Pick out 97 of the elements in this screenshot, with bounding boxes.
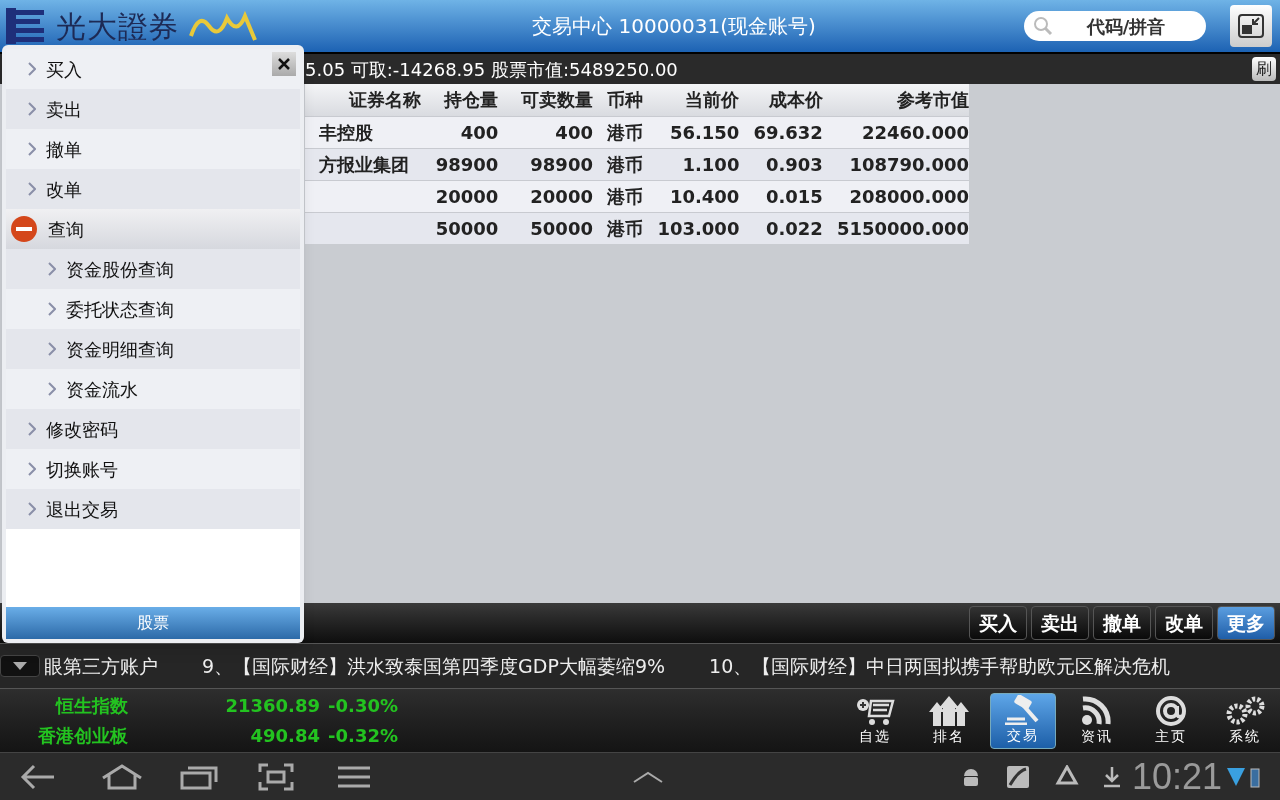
chevron-right-icon (48, 302, 56, 316)
stock-tab[interactable]: 股票 (6, 607, 300, 639)
table-cell: 20000 (435, 185, 499, 207)
table-cell: 22460.000 (861, 121, 969, 143)
table-cell: 56.150 (669, 121, 740, 143)
chevron-right-icon (28, 502, 36, 516)
search-icon (1032, 16, 1054, 36)
chevron-right-icon (28, 182, 36, 196)
table-cell: 1.100 (682, 153, 740, 175)
menu-item[interactable]: 资金股份查询 (6, 249, 300, 289)
nav-tab[interactable]: 自选 (842, 692, 908, 749)
gears-icon (1225, 695, 1265, 726)
column-header: 证券名称 (305, 84, 422, 116)
chevron-right-icon (48, 342, 56, 356)
menu-item[interactable]: 资金明细查询 (6, 329, 300, 369)
window-toggle-button[interactable] (1230, 5, 1272, 47)
account-summary: 5.05 可取:-14268.95 股票市值:5489250.00 (305, 57, 679, 82)
menu-item[interactable]: 查询 (6, 209, 300, 249)
close-button[interactable] (272, 52, 296, 76)
table-cell: 港币 (606, 217, 643, 239)
index-change: -0.32% (328, 724, 398, 748)
table-cell: 方报业集团 (319, 153, 409, 175)
toolbar-button[interactable]: 改单 (1155, 606, 1213, 640)
wifi-icon (1226, 765, 1246, 788)
refresh-button[interactable]: 刷 (1252, 57, 1276, 81)
nav-tab[interactable]: 主页 (1138, 692, 1204, 749)
table-cell: 98900 (530, 153, 593, 175)
download-icon (1101, 765, 1122, 788)
table-cell: 103.000 (657, 217, 740, 239)
toolbar-button[interactable]: 更多 (1217, 606, 1275, 640)
column-header: 可卖数量 (498, 84, 593, 116)
table-cell: 400 (460, 121, 499, 143)
chevron-right-icon (28, 62, 36, 76)
close-icon (278, 58, 290, 70)
table-cell: 400 (555, 121, 593, 143)
table-cell: 50000 (530, 217, 593, 239)
nav-tab[interactable]: 系统 (1212, 692, 1278, 749)
table-cell: 港币 (606, 185, 643, 207)
toolbar-button[interactable]: 买入 (969, 606, 1027, 640)
nav-tab[interactable]: 资讯 (1064, 692, 1130, 749)
index-value: 21360.89 (224, 694, 320, 718)
column-header: 成本价 (739, 84, 823, 116)
index-value: 490.84 (249, 724, 320, 748)
menu-icon[interactable] (338, 765, 370, 788)
screenshot-icon[interactable] (258, 762, 294, 791)
column-header: 持仓量 (421, 84, 499, 116)
notification-icon (1005, 764, 1030, 789)
home-icon[interactable] (100, 763, 144, 790)
index-name: 恒生指数 (54, 694, 128, 718)
chevron-up-icon[interactable] (632, 769, 664, 784)
nav-tab[interactable]: 排名 (916, 692, 982, 749)
brand-name: 光大證券 (56, 7, 179, 46)
arrows-up-icon (929, 695, 969, 726)
chevron-right-icon (48, 382, 56, 396)
chevron-right-icon (28, 142, 36, 156)
nav-tab[interactable]: 交易 (990, 692, 1056, 749)
news-headline[interactable]: 9、【国际财经】洪水致泰国第四季度GDP大幅萎缩9% (202, 651, 666, 681)
table-cell: 208000.000 (849, 185, 969, 207)
chevron-right-icon (28, 422, 36, 436)
clock: 10:21 (1131, 754, 1222, 799)
chevron-right-icon (48, 262, 56, 276)
minimize-window-icon (1238, 14, 1264, 38)
toolbar-button[interactable]: 卖出 (1031, 606, 1089, 640)
chevron-right-icon (28, 102, 36, 116)
news-headline[interactable]: 眼第三方账户 (44, 651, 158, 681)
table-cell: 10.400 (669, 185, 740, 207)
collapse-icon (10, 215, 38, 243)
chevron-right-icon (28, 462, 36, 476)
table-cell: 5150000.000 (836, 217, 969, 239)
column-header: 参考市值 (822, 84, 969, 116)
table-cell: 108790.000 (849, 153, 969, 175)
table-cell: 0.022 (765, 217, 823, 239)
table-cell: 丰控股 (319, 121, 373, 143)
index-change: -0.30% (328, 694, 398, 718)
menu-item[interactable]: 退出交易 (6, 489, 300, 529)
menu-item[interactable]: 卖出 (6, 89, 300, 129)
menu-item[interactable]: 修改密码 (6, 409, 300, 449)
table-cell: 港币 (606, 121, 643, 143)
table-cell: 港币 (606, 153, 643, 175)
caret-icon (13, 662, 27, 670)
index-name: 香港创业板 (37, 724, 128, 748)
battery-icon (1250, 765, 1260, 788)
column-header: 当前价 (643, 84, 740, 116)
table-cell: 20000 (530, 185, 593, 207)
news-headline[interactable]: 10、【国际财经】中日两国拟携手帮助欧元区解决危机 (709, 651, 1171, 681)
table-cell: 69.632 (753, 121, 823, 143)
table-cell: 0.903 (765, 153, 823, 175)
table-cell: 50000 (435, 217, 499, 239)
table-cell: 98900 (435, 153, 499, 175)
table-cell: 0.015 (765, 185, 823, 207)
back-icon[interactable] (20, 763, 56, 790)
toolbar-button[interactable]: 撤单 (1093, 606, 1151, 640)
window-title: 交易中心 10000031(现金账号) (531, 13, 817, 40)
column-header: 币种 (592, 84, 644, 116)
menu-item[interactable]: 改单 (6, 169, 300, 209)
search-field[interactable]: 代码/拼音 (1024, 11, 1206, 41)
dropdown-button[interactable] (0, 655, 40, 677)
